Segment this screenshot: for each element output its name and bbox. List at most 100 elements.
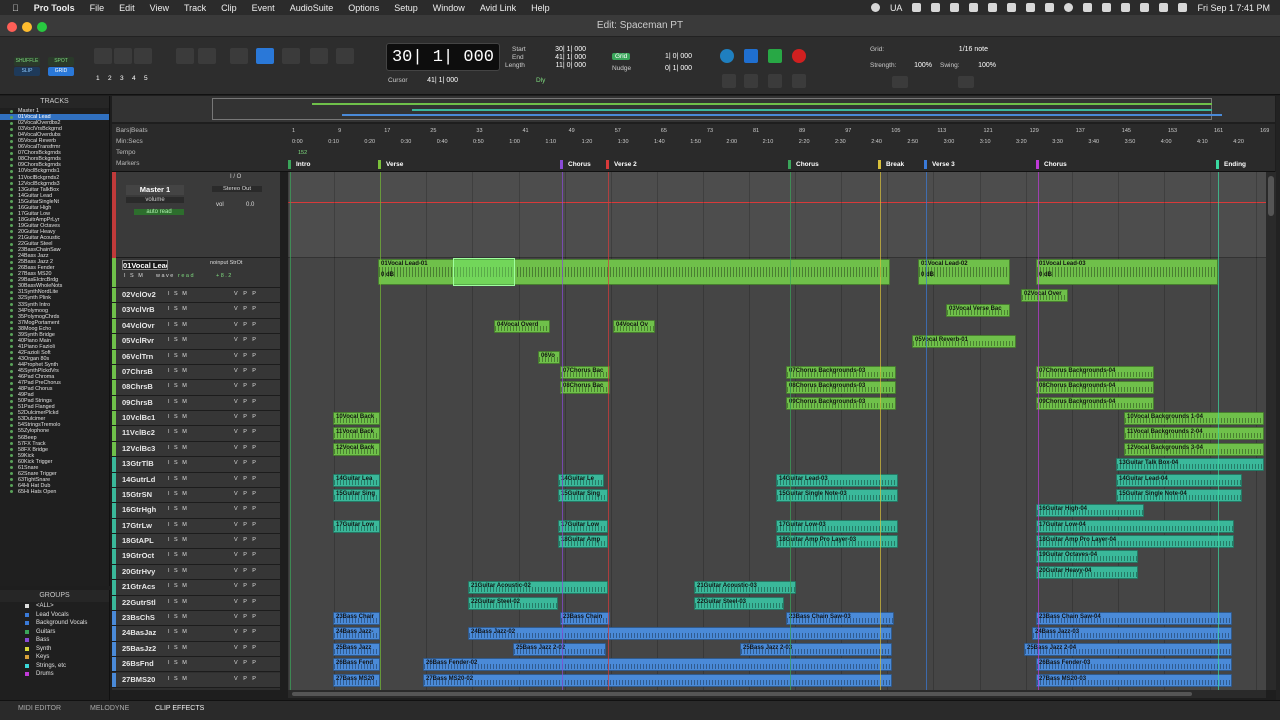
track-visibility-icon[interactable] (10, 454, 13, 458)
track-header[interactable]: 02VclOv2 I S M V P P (112, 288, 280, 304)
track-input-solo-mute-buttons[interactable]: I S M (168, 645, 188, 651)
track-io-buttons[interactable]: V P P (234, 552, 258, 558)
track-io-buttons[interactable]: V P P (234, 583, 258, 589)
nudge-value[interactable]: 0| 1| 000 (656, 65, 692, 72)
master-track-header[interactable]: Master 1 volume auto read I / O Stereo O… (112, 172, 280, 258)
menu-pro-tools[interactable]: Pro Tools (34, 3, 75, 13)
track-input-solo-mute-buttons[interactable]: I S M (168, 306, 188, 312)
audio-clip[interactable]: 26Bass Fender-03 (1036, 658, 1232, 672)
track-io-buttons[interactable]: V P P (234, 322, 258, 328)
track-name[interactable]: 16GtrHgh (122, 505, 162, 515)
track-io-buttons[interactable]: V P P (234, 445, 258, 451)
scrubber-tool-button[interactable] (310, 48, 328, 64)
zoom-preset-3[interactable]: 3 (120, 75, 124, 82)
track-input-solo-mute-buttons[interactable]: I S M (168, 445, 188, 451)
length-value[interactable]: 11| 0| 000 (540, 62, 586, 69)
track-io-buttons[interactable]: V P P (234, 599, 258, 605)
audio-clip[interactable]: 21Guitar Acoustic-03 (694, 581, 796, 595)
audio-clip[interactable]: 14Guitar Lead-04 (1116, 473, 1242, 487)
track-input-solo-mute-buttons[interactable]: I S M (168, 599, 188, 605)
creative-cloud-icon[interactable] (1007, 3, 1017, 12)
battery-icon[interactable] (1121, 3, 1131, 12)
track-name[interactable]: 11VclBc2 (122, 428, 162, 438)
quantize-settings-icon[interactable] (958, 76, 974, 88)
track-visibility-icon[interactable] (10, 369, 13, 373)
track-visibility-icon[interactable] (10, 357, 13, 361)
track-input-solo-mute-buttons[interactable]: I S M (168, 337, 188, 343)
track-input-solo-mute-buttons[interactable]: I S M (168, 629, 188, 635)
track-volume-value[interactable]: +8.2 (216, 273, 233, 279)
track-visibility-icon[interactable] (10, 218, 13, 222)
track-visibility-icon[interactable] (10, 109, 13, 113)
track-name[interactable]: 05VclRvr (122, 336, 162, 346)
quantize-grid-value[interactable]: 1/16 note (940, 46, 988, 53)
track-visibility-icon[interactable] (10, 363, 13, 367)
track-name[interactable]: 15GtrSN (122, 490, 162, 500)
track-name[interactable]: 07ChrsB (122, 367, 162, 377)
audio-clip[interactable]: 27Bass MS20 (333, 673, 380, 687)
track-input-solo-mute-buttons[interactable]: I S M (168, 552, 188, 558)
track-list-item[interactable]: 65Hi Hats Open (0, 489, 109, 495)
track-visibility-icon[interactable] (10, 448, 13, 452)
wifi-icon[interactable] (1102, 3, 1112, 12)
track-header[interactable]: 15GtrSN I S M V P P (112, 487, 280, 504)
zoom-toggle-button[interactable] (134, 48, 152, 64)
track-input-solo-mute-buttons[interactable]: I S M (168, 291, 188, 297)
tab-midi-editor[interactable]: MIDI EDITOR (18, 705, 61, 712)
audio-clip[interactable]: 04Vocal Ov (613, 319, 655, 333)
audio-clip[interactable]: 27Bass MS20-03 (1036, 673, 1232, 687)
spot-mode-button[interactable]: SPOT (48, 57, 74, 66)
track-io-buttons[interactable]: V P P (234, 645, 258, 651)
track-visibility-icon[interactable] (10, 242, 13, 246)
main-counter[interactable]: 30| 1| 000 (386, 43, 500, 71)
flame-icon[interactable] (969, 3, 979, 12)
track-visibility-icon[interactable] (10, 212, 13, 216)
marker-ending[interactable]: Ending (1216, 160, 1246, 169)
audio-clip[interactable]: 02Vocal Over (1021, 289, 1068, 302)
track-visibility-icon[interactable] (10, 303, 13, 306)
audio-clip[interactable]: 25Bass Jazz 2-04 (1024, 642, 1232, 656)
track-visibility-icon[interactable] (10, 315, 13, 319)
track-io-buttons[interactable]: V P P (234, 537, 258, 543)
shuffle-mode-button[interactable]: SHUFFLE (14, 57, 40, 66)
track-name[interactable]: 14GutrLd (122, 475, 162, 485)
track-visibility-icon[interactable] (10, 139, 13, 143)
track-visibility-icon[interactable] (10, 151, 13, 155)
universe-overview[interactable] (112, 96, 1275, 122)
track-visibility-icon[interactable] (10, 339, 13, 343)
audio-clip[interactable]: 23Bass Chair (333, 611, 380, 625)
track-visibility-icon[interactable] (10, 345, 13, 349)
tempo-value[interactable]: 152 (298, 150, 307, 156)
vertical-scroll-thumb[interactable] (1268, 176, 1274, 216)
spotlight-icon[interactable] (1140, 3, 1150, 12)
track-io-buttons[interactable]: V P P (234, 337, 258, 343)
track-visibility-icon[interactable] (10, 423, 13, 427)
track-input-solo-mute-buttons[interactable]: I S M (168, 429, 188, 435)
track-visibility-icon[interactable] (10, 133, 13, 137)
track-visibility-icon[interactable] (10, 351, 13, 355)
track-visibility-icon[interactable] (10, 236, 13, 240)
audio-clip[interactable]: 24Bass Jazz- (333, 627, 380, 641)
tempo-ruler-label[interactable]: Tempo (116, 149, 136, 156)
strength-value[interactable]: 100% (904, 62, 932, 69)
track-header[interactable]: 18GtAPL I S M V P P (112, 534, 280, 550)
track-name[interactable]: 20GtrHvy (122, 567, 162, 577)
track-visibility-icon[interactable] (10, 429, 13, 433)
record-button[interactable] (792, 49, 806, 63)
track-io-buttons[interactable]: V P P (234, 399, 258, 405)
track-name[interactable]: 26BsFnd (122, 659, 162, 669)
track-visibility-icon[interactable] (10, 188, 13, 192)
audio-clip[interactable]: 18Guitar Amp (558, 535, 608, 549)
audio-clip[interactable]: 09Chorus Backgrounds-04 (1036, 396, 1154, 410)
track-name[interactable]: 03VclVrB (122, 305, 162, 315)
audio-clip[interactable]: 03Vocal Verse Bac (946, 304, 1010, 318)
bars-beats-ruler-label[interactable]: Bars|Beats (116, 127, 148, 134)
track-visibility-icon[interactable] (10, 399, 13, 403)
group-item[interactable]: Background Vocals (0, 619, 109, 628)
track-header[interactable]: 24BasJaz I S M V P P (112, 626, 280, 642)
track-visibility-icon[interactable] (10, 260, 13, 264)
group-item[interactable]: Strings, etc (0, 662, 109, 671)
track-header[interactable]: 13GtrTlB I S M V P P (112, 457, 280, 473)
track-input-solo-mute-buttons[interactable]: I S M (168, 522, 188, 528)
track-visibility-icon[interactable] (10, 411, 13, 415)
